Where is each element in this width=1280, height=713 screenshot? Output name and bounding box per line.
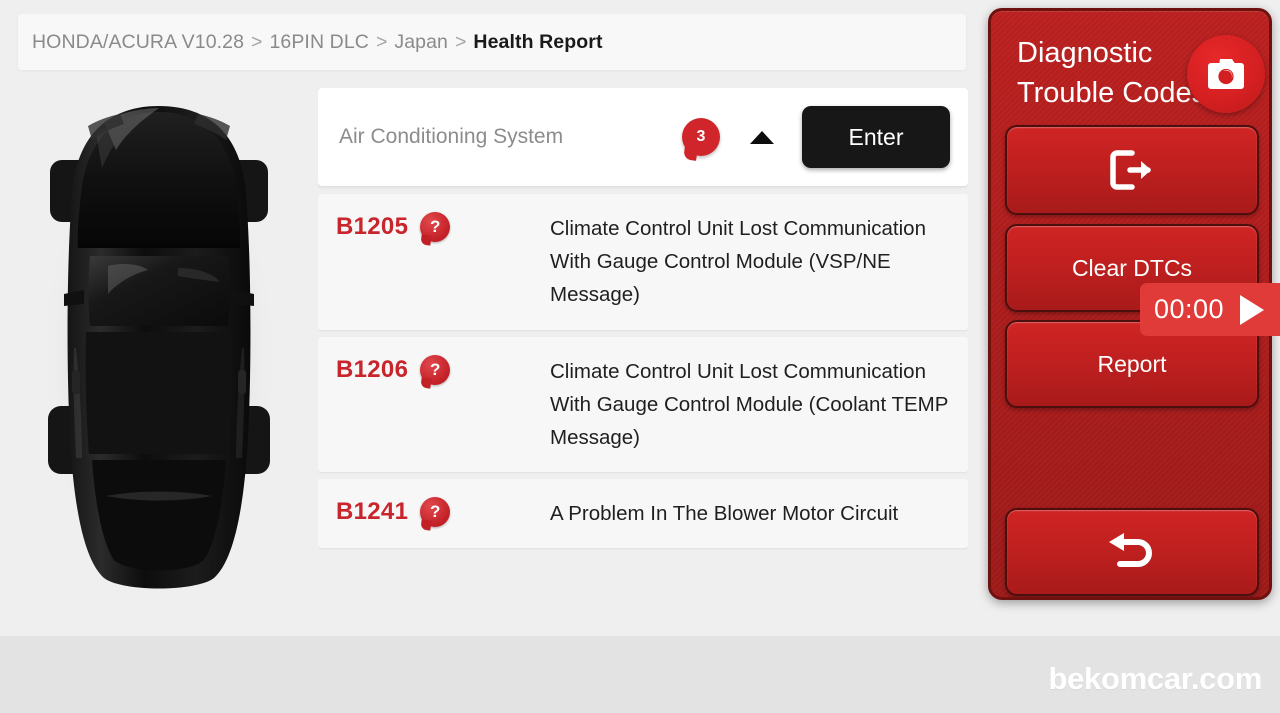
help-icon[interactable]: ? <box>420 212 451 242</box>
car-top-view-icon <box>39 106 279 589</box>
system-header-card[interactable]: Air Conditioning System 3 Enter <box>318 88 968 186</box>
dtc-code-cell: B1241 ? <box>318 497 550 528</box>
dtc-description: Climate Control Unit Lost Communication … <box>550 359 949 450</box>
system-name-label: Air Conditioning System <box>339 125 564 148</box>
table-row[interactable]: B1206 ? Climate Control Unit Lost Commun… <box>318 336 968 473</box>
dtc-code: B1205 <box>336 213 409 240</box>
breadcrumb-item-vehicle[interactable]: HONDA/ACURA V10.28 <box>32 31 244 54</box>
dtc-code: B1241 <box>336 498 409 526</box>
report-label: Report <box>1097 350 1167 377</box>
watermark: bekomcar.com <box>1048 661 1262 696</box>
timer-overlay[interactable]: 00:00 <box>1140 283 1280 336</box>
breadcrumb-separator: > <box>375 30 388 53</box>
breadcrumb-separator: > <box>455 30 467 53</box>
dtc-code-cell: B1206 ? <box>318 354 550 385</box>
dtc-code: B1206 <box>336 355 409 383</box>
dtc-description: Climate Control Unit Lost Communication … <box>550 217 926 307</box>
camera-icon <box>1208 59 1244 89</box>
back-button[interactable] <box>1005 508 1259 596</box>
caret-up-icon[interactable] <box>750 130 774 144</box>
back-arrow-icon <box>1109 533 1152 567</box>
dtc-count-value: 3 <box>696 128 706 145</box>
camera-button[interactable] <box>1187 35 1265 113</box>
dtc-panel: Air Conditioning System 3 Enter B1205 ? … <box>318 88 968 600</box>
vehicle-image <box>0 78 318 618</box>
breadcrumb-item-current: Health Report <box>473 30 603 53</box>
dtc-description: A Problem In The Blower Motor Circuit <box>550 502 899 526</box>
play-icon[interactable] <box>1240 294 1265 325</box>
breadcrumb: HONDA/ACURA V10.28 > 16PIN DLC > Japan >… <box>18 14 966 70</box>
breadcrumb-item-region[interactable]: Japan <box>394 31 448 54</box>
table-row[interactable]: B1205 ? Climate Control Unit Lost Commun… <box>318 194 968 330</box>
timer-value: 00:00 <box>1154 294 1225 324</box>
breadcrumb-item-dlc[interactable]: 16PIN DLC <box>269 31 369 54</box>
exit-button[interactable] <box>1005 125 1259 215</box>
table-row[interactable]: B1241 ? A Problem In The Blower Motor Ci… <box>318 479 968 549</box>
bottom-bar: bekomcar.com <box>0 636 1280 713</box>
clear-dtcs-label: Clear DTCs <box>1071 254 1193 281</box>
exit-icon <box>1110 150 1151 190</box>
app-screen: HONDA/ACURA V10.28 > 16PIN DLC > Japan >… <box>0 0 1280 713</box>
dtc-rows: B1205 ? Climate Control Unit Lost Commun… <box>318 194 968 549</box>
help-icon[interactable]: ? <box>420 497 451 528</box>
breadcrumb-separator: > <box>251 30 263 53</box>
dtc-code-cell: B1205 ? <box>318 212 550 242</box>
dtc-count-badge: 3 <box>682 118 720 156</box>
app-content-area: HONDA/ACURA V10.28 > 16PIN DLC > Japan >… <box>0 0 1280 636</box>
help-icon[interactable]: ? <box>420 354 451 385</box>
enter-button[interactable]: Enter <box>802 106 950 168</box>
